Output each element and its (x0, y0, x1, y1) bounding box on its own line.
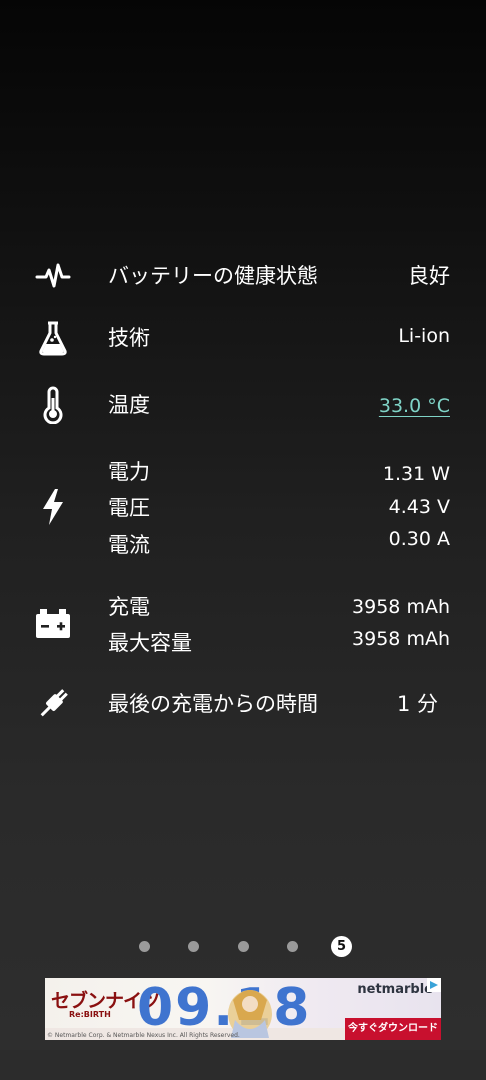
since-charge-value: 1 分 (396, 692, 438, 716)
ad-download-button[interactable]: 今すぐダウンロード (345, 1018, 441, 1040)
page-dot-2[interactable] (188, 941, 199, 952)
page-dot-4[interactable] (287, 941, 298, 952)
flask-icon (30, 315, 76, 361)
page-indicator: 5 (0, 936, 486, 958)
voltage-label: 電圧 (108, 496, 150, 520)
lightning-bolt-icon (30, 484, 76, 530)
power-plug-icon (30, 681, 76, 727)
heartbeat-icon (30, 253, 76, 299)
page-dot-active[interactable]: 5 (331, 936, 352, 957)
bottom-strip (0, 1050, 486, 1080)
ad-banner[interactable]: セブンナイツ Re:BIRTH 09.18 netmarble 今すぐダウンロー… (45, 978, 441, 1040)
since-charge-label: 最後の充電からの時間 (108, 692, 318, 716)
page-dot-3[interactable] (238, 941, 249, 952)
page-dot-1[interactable] (139, 941, 150, 952)
temperature-label: 温度 (108, 393, 150, 417)
temperature-value-link[interactable]: 33.0 °C (379, 392, 450, 420)
adchoices-icon[interactable] (427, 978, 441, 992)
battery-health-label: バッテリーの健康状態 (108, 264, 318, 288)
ad-game-subtitle: Re:BIRTH (69, 1010, 111, 1019)
technology-label: 技術 (108, 326, 150, 350)
ad-character-illustration (213, 980, 287, 1038)
ad-copyright: © Netmarble Corp. & Netmarble Nexus Inc.… (47, 1032, 240, 1039)
power-label: 電力 (108, 460, 150, 484)
voltage-value: 4.43 V (388, 496, 450, 518)
charge-label: 充電 (108, 595, 150, 619)
power-value: 1.31 W (382, 463, 450, 485)
battery-health-value: 良好 (408, 264, 450, 288)
current-value: 0.30 A (388, 528, 450, 550)
charge-value: 3958 mAh (352, 596, 450, 618)
thermometer-icon (30, 382, 76, 428)
max-capacity-value: 3958 mAh (352, 628, 450, 650)
max-capacity-label: 最大容量 (108, 631, 192, 655)
car-battery-icon (30, 600, 76, 646)
technology-value: Li-ion (398, 325, 450, 347)
current-label: 電流 (108, 533, 150, 557)
ad-brand-logo: netmarble (357, 982, 433, 997)
